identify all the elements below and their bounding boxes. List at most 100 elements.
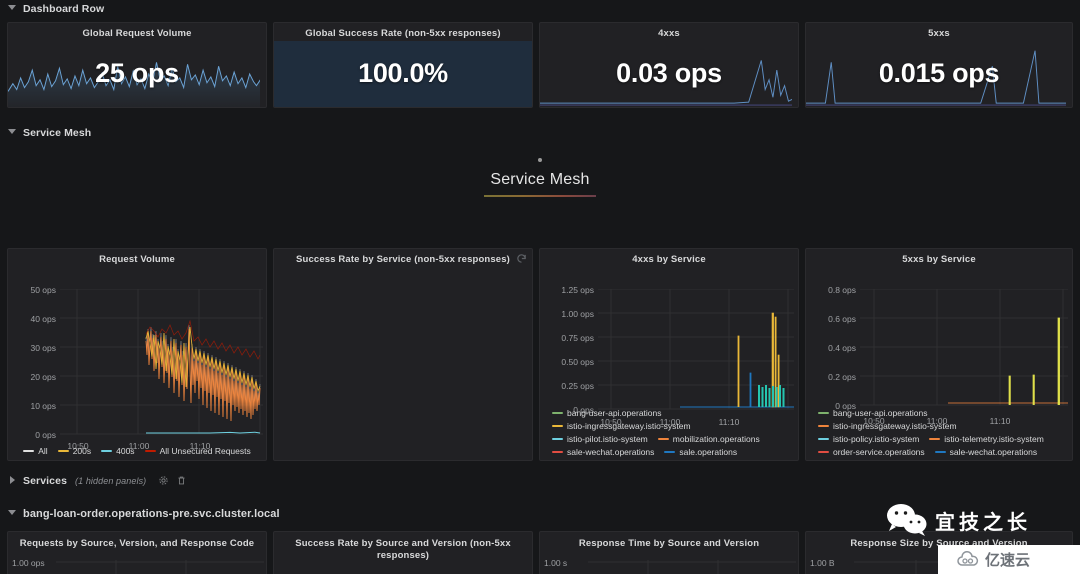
- grafana-dashboard: Dashboard Row Global Request Volume 25 o…: [0, 0, 1080, 574]
- panel-success-rate-by-service[interactable]: Success Rate by Service (non-5xx respons…: [273, 248, 533, 461]
- legend-item[interactable]: 200s: [57, 446, 92, 456]
- y-tick: 0.75 ops: [561, 333, 594, 343]
- panel-title: Global Success Rate (non-5xx responses): [305, 28, 501, 39]
- legend-swatch-icon: [818, 412, 829, 414]
- row-header-dashboard-row[interactable]: Dashboard Row: [0, 0, 1080, 17]
- legend-label: istio-policy.istio-system: [833, 434, 920, 444]
- legend-item[interactable]: istio-ingressgateway.istio-system: [818, 421, 1066, 431]
- legend-swatch-icon: [657, 438, 669, 440]
- legend-swatch-icon: [23, 450, 35, 452]
- hidden-panels-note: (1 hidden panels): [75, 475, 147, 486]
- row-actions: [158, 475, 187, 486]
- stat-value: 0.03 ops: [616, 57, 722, 88]
- row-title-dashboard-row: Dashboard Row: [23, 2, 105, 15]
- panel-title: Success Rate by Source and Version (non-…: [295, 538, 511, 561]
- y-tick: 0.8 ops: [828, 285, 856, 295]
- legend-swatch-icon: [934, 451, 946, 453]
- watermark-cloud: 亿速云: [938, 545, 1080, 574]
- legend-swatch-icon: [101, 450, 113, 452]
- requests-by-source-plot: [56, 560, 264, 574]
- collapse-dot-icon: [538, 158, 542, 162]
- legend-swatch-icon: [664, 451, 676, 453]
- legend-label: sale.operations: [679, 447, 738, 457]
- panel-4xxs-by-service[interactable]: 4xxs by Service 1.25 ops 1.00 ops 0.75 o…: [539, 248, 799, 461]
- legend-label: istio-telemetry.istio-system: [944, 434, 1044, 444]
- singlestat-body: 0.03 ops: [540, 41, 798, 107]
- graph-area: 1.25 ops 1.00 ops 0.75 ops 0.50 ops 0.25…: [540, 265, 798, 460]
- legend-item[interactable]: istio-ingressgateway.istio-system: [552, 421, 792, 431]
- gear-icon[interactable]: [158, 475, 169, 486]
- panel-title: 4xxs by Service: [632, 254, 706, 265]
- legend-item[interactable]: All Unsecured Requests: [144, 446, 251, 456]
- singlestat-body: 0.015 ops: [806, 41, 1072, 107]
- legend-swatch-icon: [552, 451, 563, 453]
- y-tick: 0.2 ops: [828, 372, 856, 382]
- panel-title: 5xxs by Service: [902, 254, 976, 265]
- y-tick: 0 ops: [35, 430, 56, 440]
- legend-swatch-icon: [144, 450, 156, 452]
- panel-title: Global Request Volume: [82, 28, 192, 39]
- panel-request-volume[interactable]: Request Volume 50 ops 40 ops 30 ops 20 o…: [7, 248, 267, 461]
- legend-item[interactable]: sale-wechat.operations: [552, 447, 654, 457]
- y-tick: 50 ops: [30, 285, 56, 295]
- row-header-service-mesh[interactable]: Service Mesh: [0, 124, 1080, 141]
- four-xx-plot: [598, 289, 794, 410]
- legend-label: istio-pilot.istio-system: [567, 434, 648, 444]
- legend: bang-user-api.operations istio-ingressga…: [546, 408, 792, 457]
- chevron-down-icon[interactable]: [8, 509, 17, 518]
- legend: bang-user-api.operations istio-ingressga…: [812, 408, 1066, 457]
- service-mesh-banner: Service Mesh: [0, 158, 1080, 197]
- legend-swatch-icon: [818, 451, 829, 453]
- banner-underline: [484, 195, 596, 197]
- row-header-services[interactable]: Services (1 hidden panels): [0, 472, 1080, 489]
- legend-item[interactable]: bang-user-api.operations: [818, 408, 1066, 418]
- panel-global-success-rate[interactable]: Global Success Rate (non-5xx responses) …: [273, 22, 533, 108]
- legend-item[interactable]: istio-policy.istio-system: [818, 434, 919, 444]
- legend-item[interactable]: istio-pilot.istio-system: [552, 434, 648, 444]
- wechat-logo-icon: [887, 504, 927, 536]
- trash-icon[interactable]: [176, 475, 187, 486]
- legend-swatch-icon: [818, 438, 829, 440]
- legend-item[interactable]: order-service.operations: [818, 447, 925, 457]
- watermark-wechat-text: 宜技之长: [935, 509, 1031, 534]
- legend-item[interactable]: mobilization.operations: [657, 434, 760, 444]
- legend-label: order-service.operations: [833, 447, 925, 457]
- legend-item[interactable]: 400s: [101, 446, 135, 456]
- panel-title: 5xxs: [928, 28, 950, 39]
- panel-requests-by-source[interactable]: Requests by Source, Version, and Respons…: [7, 531, 267, 574]
- legend-item[interactable]: sale-wechat.operations: [934, 447, 1037, 457]
- legend-item[interactable]: bang-user-api.operations: [552, 408, 792, 418]
- panel-title: Response Time by Source and Version: [578, 538, 760, 549]
- legend-label: 200s: [72, 446, 92, 456]
- response-time-by-source-plot: [588, 560, 796, 574]
- panel-title: Request Volume: [99, 254, 175, 265]
- row-title-services: Services: [23, 474, 68, 487]
- panel-5xxs-by-service[interactable]: 5xxs by Service 0.8 ops 0.6 ops 0.4 ops …: [805, 248, 1073, 461]
- stat-value: 100.0%: [358, 57, 448, 88]
- legend-label: 400s: [116, 446, 135, 456]
- five-xx-plot: [860, 289, 1068, 406]
- y-tick: 30 ops: [30, 343, 56, 353]
- panel-response-time-by-source[interactable]: Response Time by Source and Version 1.00…: [539, 531, 799, 574]
- watermark-wechat: 宜技之长: [886, 503, 1031, 537]
- legend-item[interactable]: sale.operations: [664, 447, 737, 457]
- legend: All 200s 400s All Unsecured Requests: [14, 446, 260, 456]
- chevron-down-icon[interactable]: [8, 4, 17, 13]
- watermark-cloud-text: 亿速云: [985, 551, 1031, 569]
- y-tick: 10 ops: [30, 401, 56, 411]
- stat-value: 25 ops: [95, 57, 179, 88]
- row-title-service-instance: bang-loan-order.operations-pre.svc.clust…: [23, 507, 280, 520]
- panel-4xxs-stat[interactable]: 4xxs 0.03 ops: [539, 22, 799, 108]
- y-tick: 20 ops: [30, 372, 56, 382]
- panel-5xxs-stat[interactable]: 5xxs 0.015 ops: [805, 22, 1073, 108]
- legend-item[interactable]: istio-telemetry.istio-system: [929, 434, 1044, 444]
- legend-item[interactable]: All: [23, 446, 48, 456]
- panel-success-rate-by-source[interactable]: Success Rate by Source and Version (non-…: [273, 531, 533, 574]
- panel-global-request-volume[interactable]: Global Request Volume 25 ops: [7, 22, 267, 108]
- graph-area: 50 ops 40 ops 30 ops 20 ops 10 ops 0 ops: [8, 265, 266, 460]
- y-tick: 1.00 s: [544, 558, 568, 568]
- legend-label: mobilization.operations: [672, 434, 760, 444]
- chevron-down-icon[interactable]: [8, 128, 17, 137]
- legend-label: istio-ingressgateway.istio-system: [833, 421, 957, 431]
- chevron-right-icon[interactable]: [8, 476, 17, 485]
